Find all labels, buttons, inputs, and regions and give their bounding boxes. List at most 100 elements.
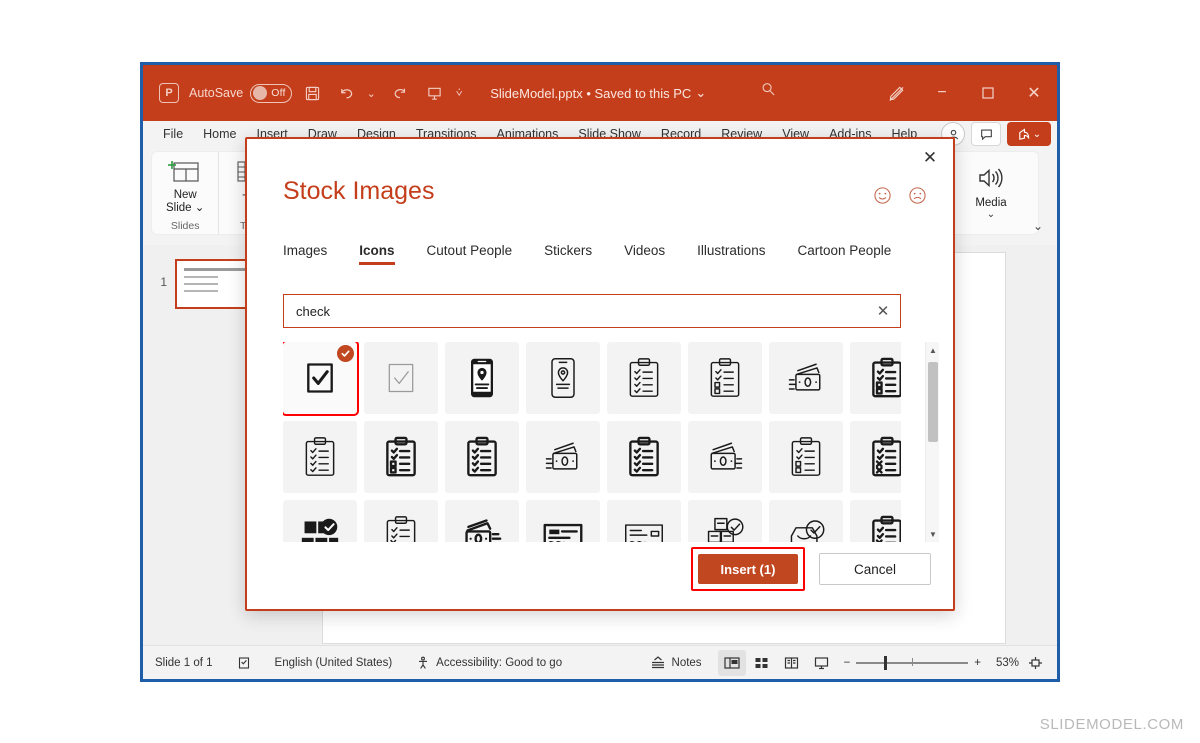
results-scrollbar[interactable]: ▲ ▼ xyxy=(925,342,939,542)
close-icon[interactable]: ✕ xyxy=(917,145,943,171)
slide-number: 1 xyxy=(160,275,167,289)
language-label: English (United States) xyxy=(274,656,393,669)
close-icon[interactable]: ✕ xyxy=(1011,65,1057,121)
icon-tile-boxes-check-icon[interactable] xyxy=(283,500,357,542)
collapse-ribbon-icon[interactable]: ⌄ xyxy=(1033,219,1043,233)
dialog-actions: Insert (1) Cancel xyxy=(691,547,931,591)
icon-tile-clipboard-checklist-filled-5-icon[interactable] xyxy=(850,421,901,493)
tab-images[interactable]: Images xyxy=(283,243,343,265)
autosave-state: Off xyxy=(271,87,286,99)
zoom-out-button[interactable]: − xyxy=(844,657,851,669)
search-input[interactable] xyxy=(284,303,866,319)
share-button[interactable]: ⌄ xyxy=(1007,122,1051,146)
icon-tile-cash-money-flat-icon[interactable] xyxy=(445,500,519,542)
icon-tile-clipboard-checklist-outline-4-icon[interactable] xyxy=(769,421,843,493)
accessibility-check-icon[interactable] xyxy=(225,646,263,680)
accessibility-status[interactable]: Accessibility: Good to go xyxy=(404,646,574,680)
media-label[interactable]: Media xyxy=(975,197,1006,209)
normal-view-icon[interactable] xyxy=(717,649,746,676)
ribbon-right-controls: ⌄ xyxy=(941,121,1051,147)
document-title[interactable]: SlideModel.pptx • Saved to this PC xyxy=(490,86,691,101)
search-icon[interactable] xyxy=(760,81,777,101)
icon-tile-clipboard-checklist-filled-6-icon[interactable] xyxy=(850,500,901,542)
tab-icons[interactable]: Icons xyxy=(343,243,410,265)
zoom-track-tick xyxy=(912,657,914,666)
new-slide-label[interactable]: New Slide ⌄ xyxy=(166,189,204,215)
icon-tile-cash-money-right-icon[interactable] xyxy=(688,421,762,493)
document-title-chevron[interactable]: ⌄ xyxy=(695,85,706,101)
icon-tile-phone-location-outline-icon[interactable] xyxy=(526,342,600,414)
icon-tile-bank-check-filled-icon[interactable] xyxy=(526,500,600,542)
window-controls: − ✕ xyxy=(873,65,1057,121)
tab-illustrations[interactable]: Illustrations xyxy=(681,243,781,265)
tab-stickers[interactable]: Stickers xyxy=(528,243,608,265)
zoom-level-label[interactable]: 53% xyxy=(989,657,1019,669)
media-speaker-icon[interactable] xyxy=(976,166,1006,195)
scroll-down-icon[interactable]: ▼ xyxy=(926,526,940,542)
icon-tile-phone-location-filled-icon[interactable] xyxy=(445,342,519,414)
reading-view-icon[interactable] xyxy=(778,650,806,676)
icon-tile-checkbox-outline-icon[interactable] xyxy=(364,342,438,414)
happy-face-icon[interactable] xyxy=(873,186,892,205)
slideshow-view-icon[interactable] xyxy=(808,650,836,676)
selected-check-badge-icon xyxy=(337,345,354,362)
notes-label: Notes xyxy=(671,656,702,669)
icon-tile-box-open-check-icon[interactable] xyxy=(769,500,843,542)
scrollbar-thumb[interactable] xyxy=(928,362,938,442)
status-bar-right: Notes − + 53% xyxy=(638,646,1049,680)
slide-sorter-icon[interactable] xyxy=(748,650,776,676)
undo-dropdown-icon[interactable]: ⌄ xyxy=(362,78,380,108)
icon-tile-clipboard-checklist-outline-icon[interactable] xyxy=(607,342,681,414)
tab-cutout-people[interactable]: Cutout People xyxy=(411,243,529,265)
present-icon[interactable] xyxy=(420,78,448,108)
new-slide-icon[interactable] xyxy=(168,158,202,186)
icon-tile-clipboard-checklist-outline-2-icon[interactable] xyxy=(688,342,762,414)
autosave-toggle-knob xyxy=(253,86,268,100)
notes-button[interactable]: Notes xyxy=(638,646,716,680)
slide-count[interactable]: Slide 1 of 1 xyxy=(143,646,225,680)
language-indicator[interactable]: English (United States) xyxy=(263,646,405,680)
insert-button[interactable]: Insert (1) xyxy=(698,554,798,584)
tab-cartoon-people[interactable]: Cartoon People xyxy=(781,243,907,265)
zoom-track[interactable] xyxy=(856,655,969,670)
icon-tile-boxes-stack-check-icon[interactable] xyxy=(688,500,762,542)
icon-tile-checkbox-checked-icon[interactable] xyxy=(283,342,357,414)
icon-tile-clipboard-checklist-filled-4-icon[interactable] xyxy=(607,421,681,493)
icon-tile-clipboard-checklist-outline-3-icon[interactable] xyxy=(283,421,357,493)
icon-tile-cash-money-icon[interactable] xyxy=(769,342,843,414)
ribbon-tab-file[interactable]: File xyxy=(155,121,193,147)
redo-icon[interactable] xyxy=(386,78,414,108)
fit-slide-icon[interactable] xyxy=(1021,650,1049,676)
icon-tile-clipboard-checklist-filled-3-icon[interactable] xyxy=(445,421,519,493)
customize-quick-access-icon[interactable]: ⩒ xyxy=(450,78,468,108)
icon-tile-clipboard-checklist-filled-2-icon[interactable] xyxy=(364,421,438,493)
ribbon-group-label-slides: Slides xyxy=(170,220,200,232)
insert-button-highlight: Insert (1) xyxy=(691,547,805,591)
share-chevron-icon: ⌄ xyxy=(1032,128,1042,140)
ribbon-group-slides: New Slide ⌄ Slides xyxy=(152,152,218,234)
save-icon[interactable] xyxy=(298,78,326,108)
sad-face-icon[interactable] xyxy=(908,186,927,205)
icon-tile-clipboard-checklist-filled-icon[interactable] xyxy=(850,342,901,414)
undo-icon[interactable] xyxy=(332,78,360,108)
cancel-button[interactable]: Cancel xyxy=(819,553,931,585)
autosave-toggle[interactable]: Off xyxy=(250,83,293,103)
zoom-in-button[interactable]: + xyxy=(974,657,981,669)
watermark: SLIDEMODEL.COM xyxy=(1039,716,1184,733)
tab-videos[interactable]: Videos xyxy=(608,243,681,265)
clear-icon[interactable]: ✕ xyxy=(866,295,900,327)
media-chevron-icon[interactable]: ⌄ xyxy=(987,209,995,220)
screenshot-root: P AutoSave Off ⌄ ⩒ SlideModel.pptx • Sav… xyxy=(0,0,1200,743)
dialog-tabs: Images Icons Cutout People Stickers Vide… xyxy=(283,243,933,265)
icon-tile-cash-money-left-icon[interactable] xyxy=(526,421,600,493)
icon-tile-clipboard-checklist-outline-5-icon[interactable] xyxy=(364,500,438,542)
icon-tile-bank-check-outline-icon[interactable] xyxy=(607,500,681,542)
zoom-slider[interactable]: − + xyxy=(844,655,981,670)
ribbon-tab-home[interactable]: Home xyxy=(193,121,246,147)
pen-icon[interactable] xyxy=(873,65,919,121)
zoom-thumb[interactable] xyxy=(884,655,888,670)
minimize-icon[interactable]: − xyxy=(919,65,965,121)
scroll-up-icon[interactable]: ▲ xyxy=(926,342,940,358)
comments-icon[interactable] xyxy=(971,122,1001,146)
maximize-icon[interactable] xyxy=(965,65,1011,121)
